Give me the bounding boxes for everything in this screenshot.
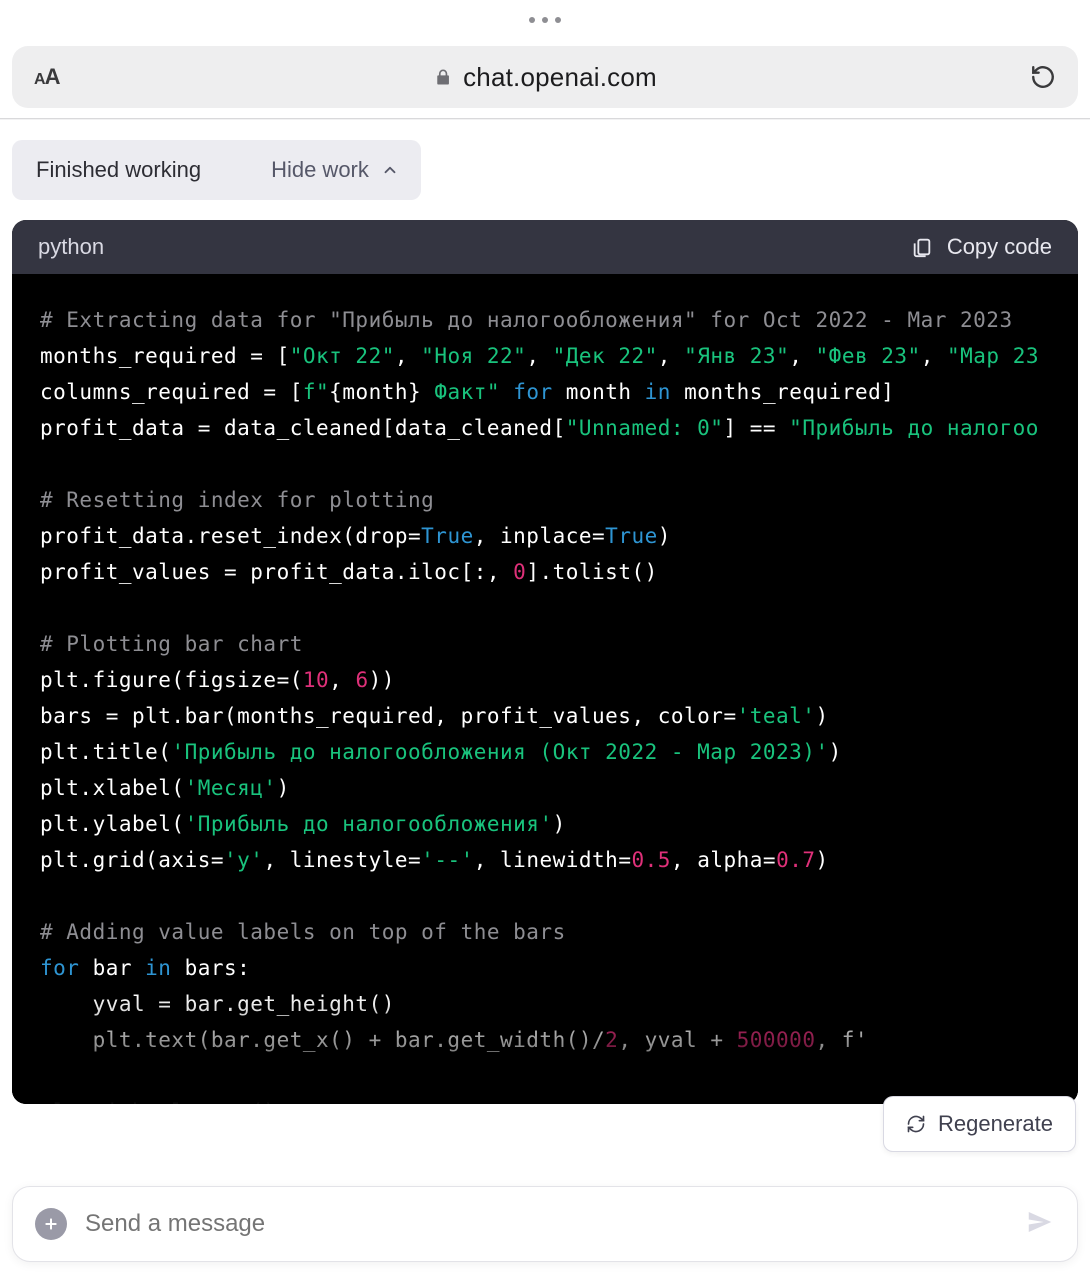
window-grabber <box>0 0 1090 40</box>
finished-working-label: Finished working <box>36 157 201 183</box>
code-content: # Extracting data for "Прибыль до налого… <box>12 274 1078 1104</box>
url-text: chat.openai.com <box>463 62 657 93</box>
copy-code-label: Copy code <box>947 234 1052 260</box>
code-language-label: python <box>38 234 104 260</box>
send-button[interactable] <box>1025 1207 1055 1242</box>
code-body[interactable]: # Extracting data for "Прибыль до налого… <box>12 274 1078 1104</box>
hide-work-label: Hide work <box>271 157 369 183</box>
lock-icon <box>433 67 453 87</box>
hide-work-toggle[interactable]: Hide work <box>271 157 399 183</box>
message-composer[interactable] <box>12 1186 1078 1262</box>
drag-handle-dots[interactable] <box>529 17 561 23</box>
send-icon <box>1025 1207 1055 1237</box>
reload-button[interactable] <box>1030 64 1056 90</box>
clipboard-icon <box>911 236 933 258</box>
code-block: python Copy code # Extracting data for "… <box>12 220 1078 1104</box>
chevron-up-icon <box>381 161 399 179</box>
message-input[interactable] <box>85 1210 1025 1238</box>
attach-button[interactable] <box>35 1208 67 1240</box>
regenerate-icon <box>906 1114 926 1134</box>
regenerate-button[interactable]: Regenerate <box>883 1096 1076 1152</box>
work-status-chip[interactable]: Finished working Hide work <box>12 140 421 200</box>
copy-code-button[interactable]: Copy code <box>911 234 1052 260</box>
plus-icon <box>43 1216 59 1232</box>
regenerate-label: Regenerate <box>938 1111 1053 1137</box>
browser-url-bar[interactable]: AA chat.openai.com <box>12 46 1078 108</box>
code-block-header: python Copy code <box>12 220 1078 274</box>
reader-mode-button[interactable]: AA <box>34 64 59 90</box>
